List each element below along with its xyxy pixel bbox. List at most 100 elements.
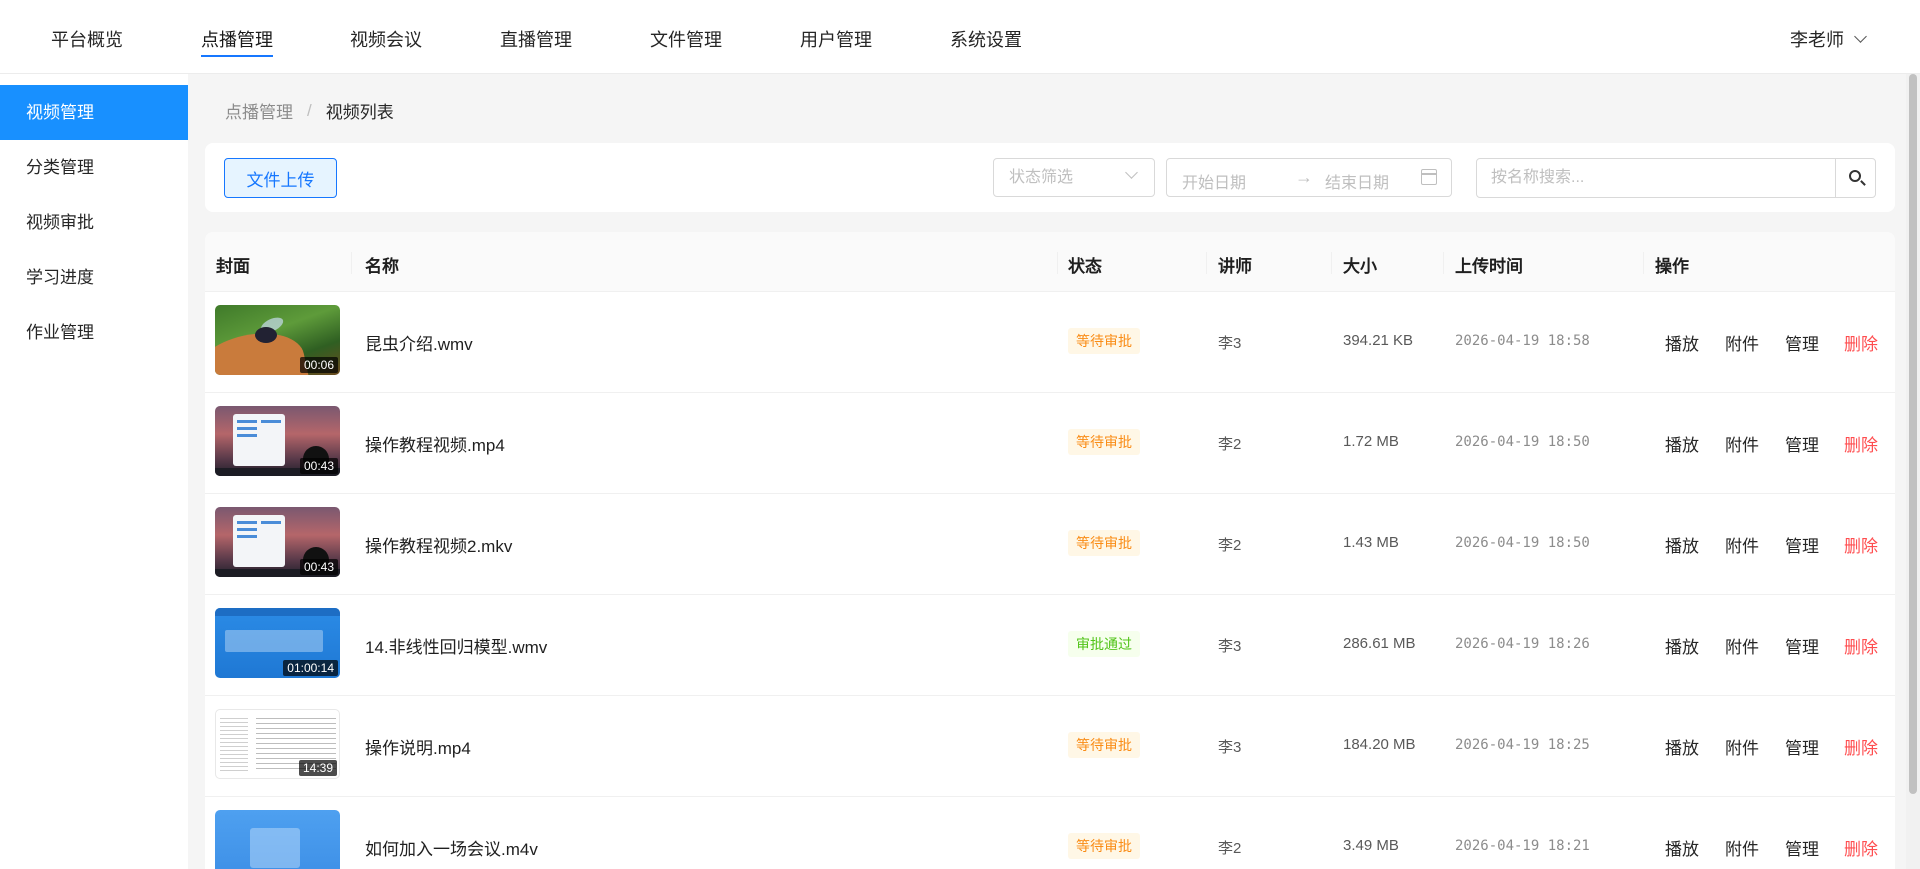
sidebar-item-video-management[interactable]: 视频管理 — [0, 85, 188, 140]
sidebar-item-progress[interactable]: 学习进度 — [0, 250, 188, 305]
column-divider — [1331, 252, 1332, 274]
column-divider — [1443, 252, 1444, 274]
video-upload-time: 2026-04-19 18:21 — [1455, 838, 1590, 854]
video-thumbnail[interactable]: 00:43 — [215, 406, 340, 476]
nav-item-live[interactable]: 直播管理 — [500, 27, 572, 53]
video-size: 394.21 KB — [1343, 332, 1414, 349]
video-upload-time: 2026-04-19 18:50 — [1455, 535, 1590, 551]
nav-item-meeting[interactable]: 视频会议 — [350, 27, 422, 53]
video-size: 286.61 MB — [1343, 635, 1416, 652]
video-size: 184.20 MB — [1343, 736, 1416, 753]
video-size: 3.49 MB — [1343, 837, 1399, 854]
video-name: 操作教程视频2.mkv — [365, 537, 513, 556]
nav-item-users[interactable]: 用户管理 — [800, 27, 872, 53]
manage-button[interactable]: 管理 — [1785, 532, 1819, 557]
attachment-button[interactable]: 附件 — [1725, 532, 1759, 557]
play-button[interactable]: 播放 — [1665, 835, 1699, 860]
column-divider — [1643, 252, 1644, 274]
video-teacher: 李2 — [1218, 537, 1242, 554]
video-thumbnail[interactable]: 00:43 — [215, 507, 340, 577]
end-date-placeholder: 结束日期 — [1325, 175, 1390, 192]
status-badge: 等待审批 — [1068, 833, 1140, 859]
status-badge: 等待审批 — [1068, 429, 1140, 455]
video-upload-time: 2026-04-19 18:25 — [1455, 737, 1590, 753]
delete-button[interactable]: 删除 — [1844, 532, 1878, 557]
breadcrumb-separator: / — [307, 100, 312, 120]
nav-item-vod[interactable]: 点播管理 — [201, 27, 273, 57]
column-divider — [351, 252, 352, 274]
manage-button[interactable]: 管理 — [1785, 835, 1819, 860]
video-name: 操作教程视频.mp4 — [365, 436, 505, 455]
video-thumbnail[interactable] — [215, 810, 340, 869]
status-filter-placeholder: 状态筛选 — [1009, 169, 1074, 186]
video-teacher: 李2 — [1218, 436, 1242, 453]
delete-button[interactable]: 删除 — [1844, 633, 1878, 658]
play-button[interactable]: 播放 — [1665, 330, 1699, 355]
video-teacher: 李3 — [1218, 739, 1242, 756]
table-row: 如何加入一场会议.m4v 等待审批 李2 3.49 MB 2026-04-19 … — [205, 797, 1895, 869]
search-icon — [1849, 170, 1861, 182]
video-size: 1.72 MB — [1343, 433, 1399, 450]
nav-item-overview[interactable]: 平台概览 — [51, 27, 123, 53]
date-range-picker[interactable]: 开始日期 → 结束日期 — [1166, 158, 1452, 197]
video-thumbnail[interactable]: 01:00:14 — [215, 608, 340, 678]
table-row: 14:39 操作说明.mp4 等待审批 李3 184.20 MB 2026-04… — [205, 696, 1895, 797]
table-header: 封面 名称 状态 讲师 大小 上传时间 操作 — [205, 232, 1895, 292]
delete-button[interactable]: 删除 — [1844, 734, 1878, 759]
table-row: 00:06 昆虫介绍.wmv 等待审批 李3 394.21 KB 2026-04… — [205, 292, 1895, 393]
video-teacher: 李2 — [1218, 840, 1242, 857]
breadcrumb: 点播管理 / 视频列表 — [225, 98, 394, 123]
table-row: 00:43 操作教程视频2.mkv 等待审批 李2 1.43 MB 2026-0… — [205, 494, 1895, 595]
attachment-button[interactable]: 附件 — [1725, 431, 1759, 456]
video-name: 昆虫介绍.wmv — [365, 335, 473, 354]
user-name: 李老师 — [1790, 30, 1844, 50]
column-header-upload-time: 上传时间 — [1455, 257, 1523, 276]
breadcrumb-parent[interactable]: 点播管理 — [225, 98, 293, 123]
start-date-placeholder: 开始日期 — [1182, 175, 1247, 192]
nav-item-files[interactable]: 文件管理 — [650, 27, 722, 53]
status-badge: 审批通过 — [1068, 631, 1140, 657]
play-button[interactable]: 播放 — [1665, 633, 1699, 658]
arrow-right-icon: → — [1295, 167, 1313, 187]
search-button[interactable] — [1835, 159, 1875, 197]
video-name: 操作说明.mp4 — [365, 739, 471, 758]
video-name: 14.非线性回归模型.wmv — [365, 638, 548, 657]
toolbar: 文件上传 状态筛选 开始日期 → 结束日期 — [205, 143, 1895, 212]
table-row: 01:00:14 14.非线性回归模型.wmv 审批通过 李3 286.61 M… — [205, 595, 1895, 696]
manage-button[interactable]: 管理 — [1785, 330, 1819, 355]
status-filter-select[interactable]: 状态筛选 — [993, 158, 1155, 197]
sidebar-item-homework[interactable]: 作业管理 — [0, 305, 188, 360]
video-thumbnail[interactable]: 14:39 — [215, 709, 340, 779]
delete-button[interactable]: 删除 — [1844, 330, 1878, 355]
manage-button[interactable]: 管理 — [1785, 431, 1819, 456]
delete-button[interactable]: 删除 — [1844, 835, 1878, 860]
video-thumbnail[interactable]: 00:06 — [215, 305, 340, 375]
attachment-button[interactable]: 附件 — [1725, 835, 1759, 860]
delete-button[interactable]: 删除 — [1844, 431, 1878, 456]
user-menu[interactable]: 李老师 — [1790, 26, 1867, 52]
video-duration: 01:00:14 — [283, 660, 338, 676]
manage-button[interactable]: 管理 — [1785, 633, 1819, 658]
column-header-name: 名称 — [365, 257, 399, 276]
sidebar-item-approval[interactable]: 视频审批 — [0, 195, 188, 250]
video-duration: 00:43 — [299, 458, 338, 474]
attachment-button[interactable]: 附件 — [1725, 633, 1759, 658]
search-input[interactable] — [1477, 159, 1835, 197]
attachment-button[interactable]: 附件 — [1725, 330, 1759, 355]
sidebar-item-categories[interactable]: 分类管理 — [0, 140, 188, 195]
upload-button[interactable]: 文件上传 — [224, 158, 337, 198]
scrollbar-thumb[interactable] — [1909, 74, 1917, 794]
column-header-status: 状态 — [1068, 257, 1102, 276]
play-button[interactable]: 播放 — [1665, 532, 1699, 557]
column-divider — [1206, 252, 1207, 274]
chevron-down-icon — [1125, 166, 1138, 179]
nav-item-settings[interactable]: 系统设置 — [950, 27, 1022, 53]
sidebar: 视频管理 分类管理 视频审批 学习进度 作业管理 — [0, 74, 188, 869]
attachment-button[interactable]: 附件 — [1725, 734, 1759, 759]
vertical-scrollbar[interactable] — [1906, 74, 1920, 869]
play-button[interactable]: 播放 — [1665, 431, 1699, 456]
video-name: 如何加入一场会议.m4v — [365, 840, 538, 859]
manage-button[interactable]: 管理 — [1785, 734, 1819, 759]
play-button[interactable]: 播放 — [1665, 734, 1699, 759]
status-badge: 等待审批 — [1068, 732, 1140, 758]
